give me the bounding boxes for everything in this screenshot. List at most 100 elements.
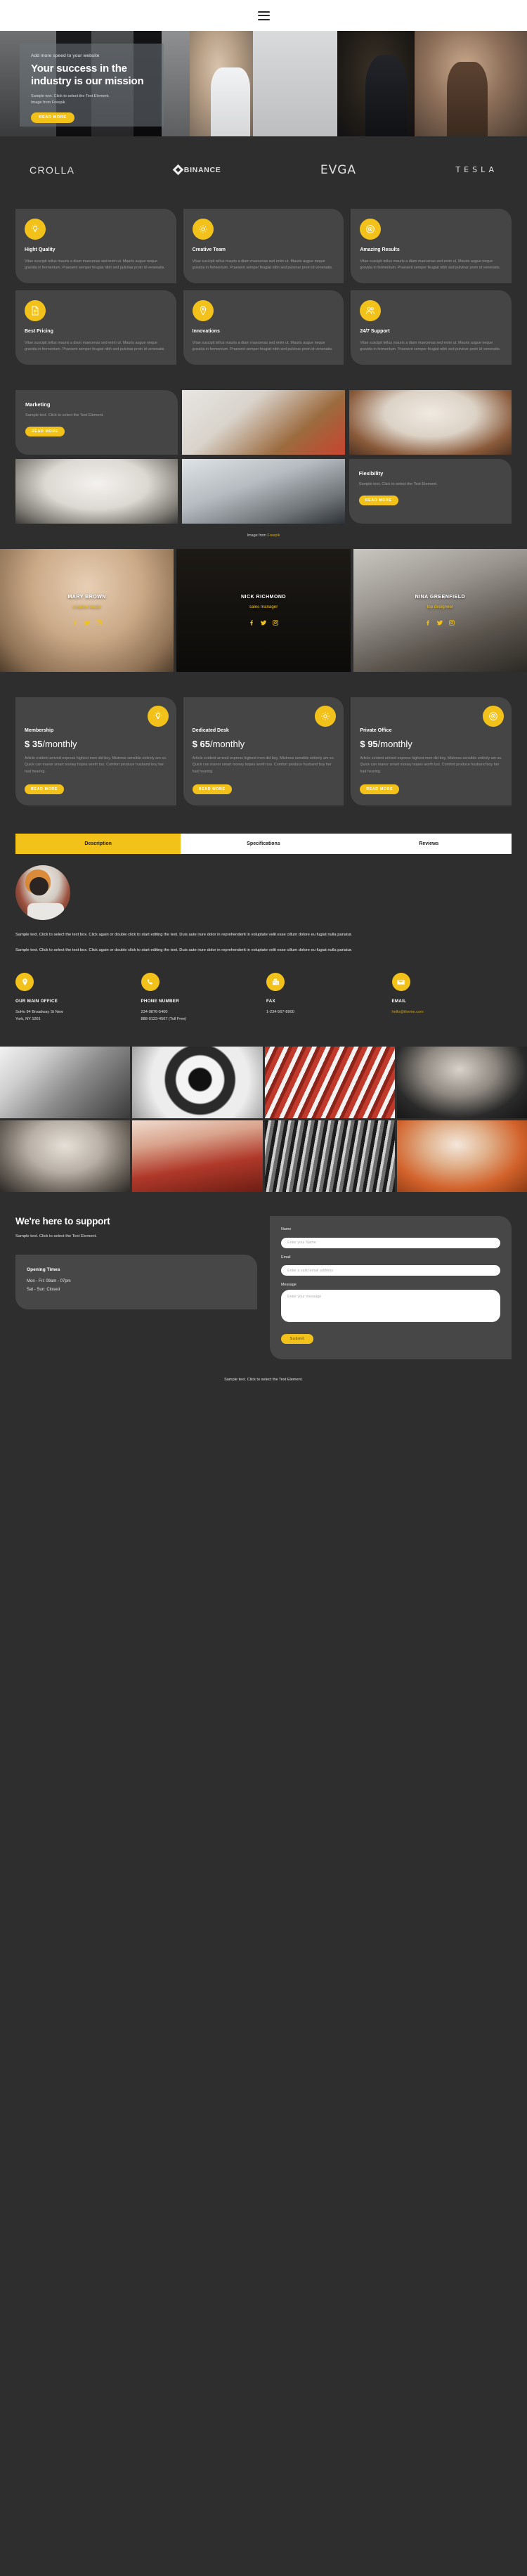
pricing-currency: $ <box>25 738 30 749</box>
pricing-period: /monthly <box>42 738 77 749</box>
tab-reviews[interactable]: Reviews <box>346 834 512 854</box>
avatar <box>15 865 70 920</box>
hamburger-menu-icon[interactable] <box>257 11 270 20</box>
tab-specifications[interactable]: Specifications <box>181 834 346 854</box>
facebook-icon[interactable] <box>248 619 255 626</box>
facebook-icon[interactable] <box>424 619 431 626</box>
pricing-text: Article evident arrived express highest … <box>192 756 335 775</box>
flexibility-text: Sample text. Click to select the Text El… <box>358 481 438 486</box>
features-grid-row-2: Best Pricing Vitae suscipit tellus mauri… <box>15 290 512 365</box>
pricing-text: Article evident arrived express highest … <box>25 756 167 775</box>
twitter-icon[interactable] <box>260 619 267 626</box>
email-label: Email <box>281 1255 291 1260</box>
submit-button[interactable]: Submit <box>281 1334 313 1345</box>
email-field-group: Email <box>281 1255 500 1276</box>
team-member-role: top designeer <box>427 604 454 609</box>
flexibility-read-more-button[interactable]: READ MORE <box>358 496 398 506</box>
feature-card: Hight Quality Vitae suscipit tellus maur… <box>15 209 176 283</box>
pricing-read-more-button[interactable]: READ MORE <box>25 784 64 794</box>
lightbulb-icon <box>147 705 169 727</box>
document-checklist-icon <box>25 299 46 321</box>
pricing-read-more-button[interactable]: READ MORE <box>192 784 232 794</box>
marketing-read-more-button[interactable]: READ MORE <box>25 427 65 437</box>
mosaic-image-office-meeting <box>182 458 345 524</box>
hero-subtitle-line1: Sample text. Click to select the Text El… <box>31 94 110 99</box>
contact-label: OUR MAIN OFFICE <box>15 999 58 1004</box>
gallery-image-woman-glasses-red <box>132 1120 263 1193</box>
pricing-read-more-button[interactable]: READ MORE <box>360 784 400 794</box>
tab-body-text: Sample text. Click to select the text bo… <box>15 931 512 955</box>
opening-times-weekend: Sat - Sun: Closed <box>27 1287 60 1292</box>
twitter-icon[interactable] <box>84 619 91 626</box>
feature-text: Vitae suscipit tellus mauris a diam maec… <box>192 340 333 352</box>
tab-panel-description: Sample text. Click to select the text bo… <box>15 854 512 955</box>
binance-diamond-icon <box>172 164 184 176</box>
features-section: Hight Quality Vitae suscipit tellus maur… <box>0 203 527 365</box>
team-member-role: sales manager <box>249 604 278 609</box>
contact-item-office: OUR MAIN OFFICE SoHo 94 Broadway St New … <box>15 973 136 1023</box>
pricing-section: Membership $ 35/monthly Article evident … <box>0 672 527 805</box>
contacts-grid: OUR MAIN OFFICE SoHo 94 Broadway St New … <box>15 954 512 1023</box>
team-member-name: NICK RICHMOND <box>240 594 287 600</box>
tab-description[interactable]: Description <box>15 833 181 854</box>
feature-text: Vitae suscipit tellus mauris a diam maec… <box>192 259 333 271</box>
users-icon <box>360 299 382 321</box>
hero-subtitle-line2: Image from Freepik <box>31 101 65 105</box>
support-grid: We're here to support Sample text. Click… <box>15 1192 512 1360</box>
flexibility-title: Flexibility <box>358 470 384 477</box>
feature-title: Best Pricing <box>25 328 53 334</box>
feature-title: Creative Team <box>192 247 226 252</box>
message-textarea[interactable] <box>281 1290 500 1323</box>
instagram-icon[interactable] <box>448 619 455 626</box>
feature-title: Innovations <box>192 328 220 334</box>
contact-item-phone: PHONE NUMBER 234-9876-5400 888-0123-4567… <box>141 973 261 1023</box>
gallery-image-spiral <box>132 1047 263 1119</box>
pricing-card: Dedicated Desk $ 65/monthly Article evid… <box>183 697 344 805</box>
team-member: NICK RICHMOND sales manager <box>176 548 351 672</box>
freepik-link[interactable]: Freepik <box>267 533 280 538</box>
team-member-name: NINA GREENFIELD <box>415 594 466 600</box>
lightbulb-icon <box>25 219 46 240</box>
feature-card: Amazing Results Vitae suscipit tellus ma… <box>351 209 512 283</box>
instagram-icon[interactable] <box>96 619 103 626</box>
contact-value-email-link[interactable]: hello@theme.com <box>392 1009 512 1016</box>
flexibility-pane: Flexibility Sample text. Click to select… <box>349 458 512 524</box>
pricing-number: 35 <box>32 738 43 749</box>
gallery-image-woman-orange-sweater <box>396 1120 527 1193</box>
pricing-plan-name: Membership <box>25 727 54 733</box>
mosaic-image-man-laptop <box>15 458 178 524</box>
hero-section: Add more speed to your website Your succ… <box>0 31 527 136</box>
team-member-name: MARY BROWN <box>67 594 106 600</box>
feature-card: Innovations Vitae suscipit tellus mauris… <box>183 290 344 365</box>
footer-text: Sample text. Click to select the Text El… <box>224 1378 303 1383</box>
pricing-text: Article evident arrived express highest … <box>360 756 502 775</box>
mosaic-row-2: Flexibility Sample text. Click to select… <box>15 458 512 524</box>
facebook-icon[interactable] <box>72 619 79 626</box>
contact-label: PHONE NUMBER <box>141 999 179 1004</box>
phone-icon <box>141 973 160 992</box>
gallery-image-red-stripes <box>264 1047 395 1119</box>
feature-title: 24/7 Support <box>360 328 390 334</box>
instagram-icon[interactable] <box>272 619 279 626</box>
hero-read-more-button[interactable]: READ MORE <box>31 112 74 123</box>
contact-value: SoHo 94 Broadway St New York, NY 1001 <box>15 1010 63 1021</box>
pricing-card: Private Office $ 95/monthly Article evid… <box>351 697 512 805</box>
pricing-plan-name: Private Office <box>360 727 392 733</box>
team-member-role: creative leader <box>72 604 101 609</box>
contacts-section: OUR MAIN OFFICE SoHo 94 Broadway St New … <box>0 954 527 1023</box>
name-field-group: Name <box>281 1227 500 1248</box>
location-pin-icon <box>15 973 34 992</box>
twitter-icon[interactable] <box>436 619 443 626</box>
tab-paragraph-2: Sample text. Click to select the text bo… <box>15 947 353 952</box>
pricing-currency: $ <box>360 738 365 749</box>
name-input[interactable] <box>281 1237 500 1248</box>
team-section: MARY BROWN creative leader NICK RICHMOND… <box>0 548 527 672</box>
hero-title: Your success in the industry is our miss… <box>31 63 144 87</box>
binance-logo-text: BINANCE <box>183 165 221 174</box>
pricing-number: 95 <box>367 738 378 749</box>
email-input[interactable] <box>281 1265 500 1276</box>
feature-card: Creative Team Vitae suscipit tellus maur… <box>183 209 344 283</box>
image-credit: Image from Freepik <box>15 524 512 549</box>
feature-text: Vitae suscipit tellus mauris a diam maec… <box>25 340 165 352</box>
support-subtitle: Sample text. Click to select the Text El… <box>15 1234 97 1239</box>
